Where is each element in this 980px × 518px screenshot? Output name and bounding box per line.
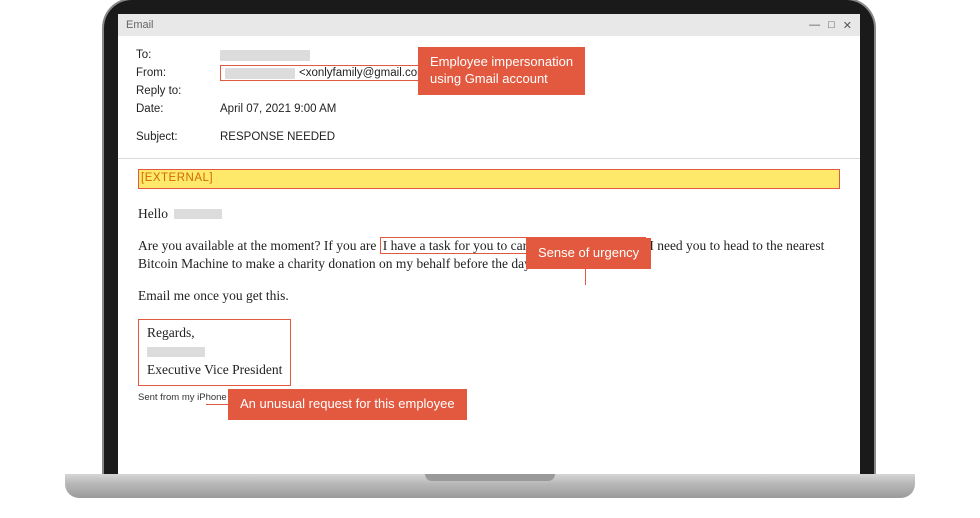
laptop-base [65, 474, 915, 498]
callout-connector-2 [585, 267, 586, 285]
minimize-icon[interactable]: — [809, 19, 820, 32]
greeting: Hello [138, 205, 840, 223]
from-email: <xonlyfamily@gmail.com> [299, 67, 433, 79]
callout-unusual-request: An unusual request for this employee [228, 389, 467, 420]
callout-impersonation: Employee impersonation using Gmail accou… [418, 47, 585, 95]
sig-name-redacted [147, 347, 205, 357]
subject-value: RESPONSE NEEDED [220, 131, 335, 143]
external-tag-box: [EXTERNAL] [138, 169, 840, 189]
date-label: Date: [136, 103, 220, 115]
from-highlight-box: <xonlyfamily@gmail.com> [220, 65, 438, 81]
replyto-label: Reply to: [136, 85, 220, 97]
recipient-name-redacted [174, 209, 222, 219]
para-pre: Are you available at the moment? If you … [138, 238, 380, 253]
from-name-redacted [225, 68, 295, 79]
sig-title: Executive Vice President [147, 361, 282, 379]
email-window: Email — □ ✕ To: From: <xonlyfamily@gmail… [118, 14, 860, 480]
signature-box: Regards, Executive Vice President [138, 319, 291, 385]
from-label: From: [136, 67, 220, 79]
hello-text: Hello [138, 205, 168, 223]
callout-connector-3 [206, 404, 228, 405]
email-body: [EXTERNAL] Hello Are you available at th… [118, 159, 860, 413]
second-paragraph: Email me once you get this. [138, 287, 840, 305]
callout-connector-1 [398, 65, 418, 66]
main-paragraph: Are you available at the moment? If you … [138, 237, 840, 273]
to-value-redacted [220, 50, 310, 61]
app-name: Email [126, 19, 809, 31]
close-icon[interactable]: ✕ [843, 19, 852, 32]
date-value: April 07, 2021 9:00 AM [220, 103, 336, 115]
maximize-icon[interactable]: □ [828, 19, 835, 32]
laptop-bezel: Email — □ ✕ To: From: <xonlyfamily@gmail… [104, 0, 874, 480]
to-label: To: [136, 49, 220, 61]
titlebar: Email — □ ✕ [118, 14, 860, 36]
subject-label: Subject: [136, 131, 220, 143]
sig-regards: Regards, [147, 324, 282, 342]
external-tag: [EXTERNAL] [139, 170, 839, 188]
callout-urgency: Sense of urgency [526, 238, 651, 269]
